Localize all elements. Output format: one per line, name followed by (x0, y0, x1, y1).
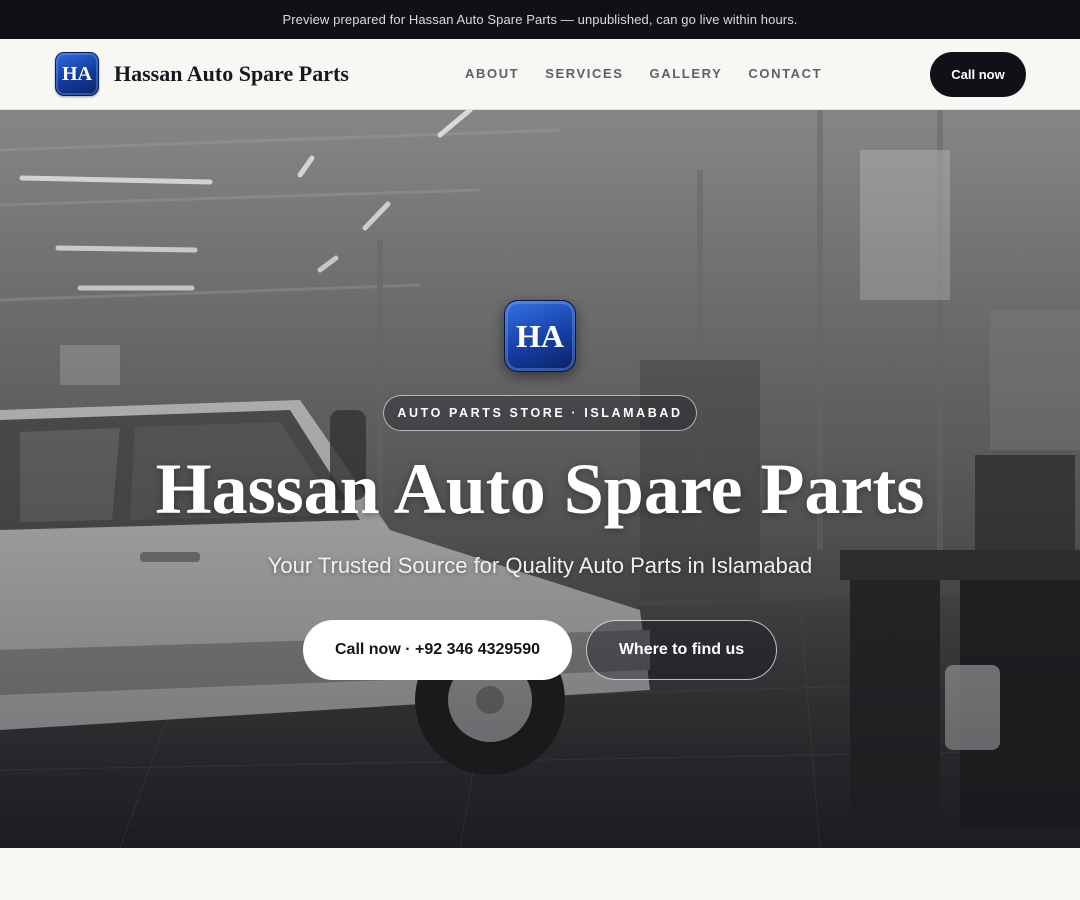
brand-name: Hassan Auto Spare Parts (114, 61, 349, 86)
call-now-button[interactable]: Call now · +92 346 4329590 (303, 620, 572, 680)
logo-initials: HA (62, 62, 92, 85)
hero-eyebrow-text: AUTO PARTS STORE · ISLAMABAD (397, 406, 683, 420)
preview-banner-text: Preview prepared for Hassan Auto Spare P… (282, 12, 798, 27)
brand[interactable]: HA Hassan Auto Spare Parts (55, 52, 349, 96)
where-to-find-us-button[interactable]: Where to find us (586, 620, 777, 680)
hero-eyebrow-badge: AUTO PARTS STORE · ISLAMABAD (383, 395, 697, 431)
hero-section: HA AUTO PARTS STORE · ISLAMABAD Hassan A… (0, 110, 1080, 848)
preview-banner: Preview prepared for Hassan Auto Spare P… (0, 0, 1080, 39)
nav-link-contact[interactable]: CONTACT (748, 66, 822, 81)
nav-link-services[interactable]: SERVICES (545, 66, 623, 81)
hero-subtitle: Your Trusted Source for Quality Auto Par… (267, 553, 813, 578)
main-nav: ABOUT SERVICES GALLERY CONTACT (465, 66, 848, 81)
hero-logo-badge: HA (504, 300, 576, 372)
site-header: HA Hassan Auto Spare Parts ABOUT SERVICE… (0, 39, 1080, 110)
hero-logo-initials: HA (516, 317, 564, 354)
logo-badge: HA (55, 52, 99, 96)
next-section (0, 848, 1080, 900)
hero-title: Hassan Auto Spare Parts (155, 449, 925, 529)
nav-link-gallery[interactable]: GALLERY (650, 66, 723, 81)
nav-link-about[interactable]: ABOUT (465, 66, 519, 81)
header-call-button[interactable]: Call now (930, 52, 1026, 97)
